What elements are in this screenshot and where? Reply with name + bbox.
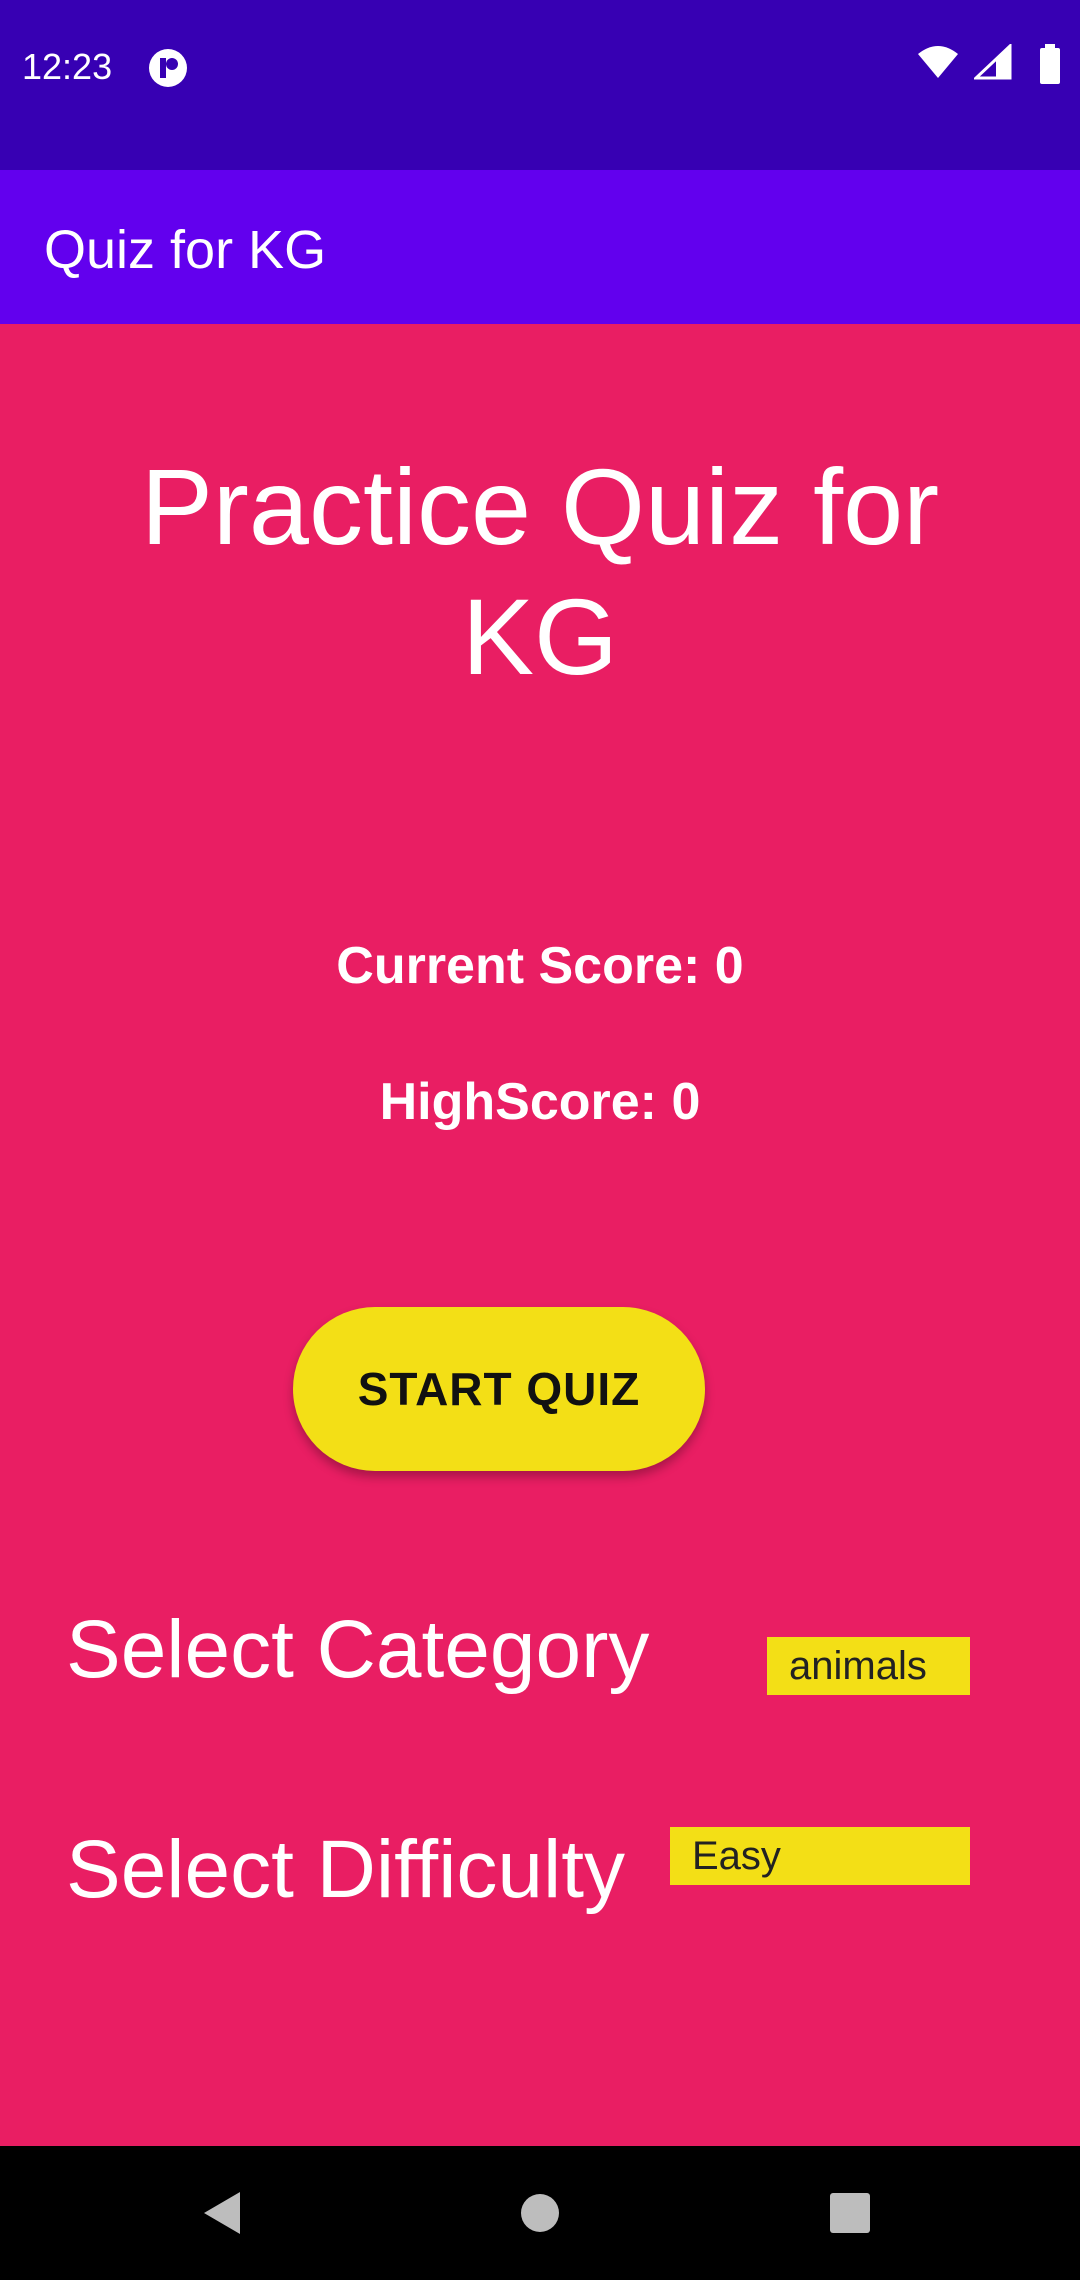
- select-difficulty-label: Select Difficulty: [66, 1824, 626, 1915]
- current-score-text: Current Score: 0: [336, 937, 744, 995]
- status-bar: 12:23: [0, 0, 1080, 170]
- navigation-bar: [0, 2146, 1080, 2280]
- status-time: 12:23: [22, 46, 113, 87]
- home-icon[interactable]: [505, 2178, 575, 2248]
- back-icon[interactable]: [190, 2178, 260, 2248]
- main-content: Practice Quiz for KG Current Score: 0 Hi…: [0, 324, 1080, 2146]
- recents-icon[interactable]: [815, 2178, 885, 2248]
- app-bar: Quiz for KG: [0, 170, 1080, 324]
- select-category-label: Select Category: [66, 1604, 650, 1695]
- category-dropdown[interactable]: animals: [767, 1637, 970, 1695]
- app-title: Quiz for KG: [44, 220, 327, 280]
- app-notification-icon: [148, 48, 188, 88]
- start-quiz-button[interactable]: START QUIZ: [293, 1307, 705, 1471]
- page-title: Practice Quiz for KG: [140, 446, 940, 697]
- difficulty-dropdown[interactable]: Easy: [670, 1827, 970, 1885]
- high-score-text: HighScore: 0: [379, 1073, 701, 1131]
